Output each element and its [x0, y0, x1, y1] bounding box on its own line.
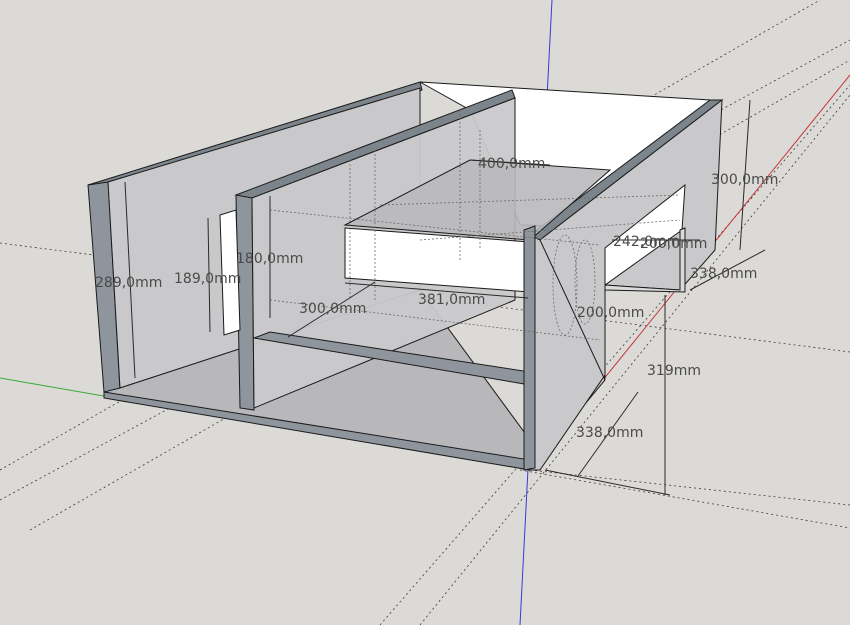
front-panel-edge [523, 225, 536, 471]
dim-200-front: 200,0mm [577, 305, 644, 321]
dim-338-top: 338,0mm [690, 266, 757, 282]
dim-300-left: 300,0mm [299, 301, 366, 317]
model-viewport[interactable]: 289,0mm 189,0mm 180,0mm 300,0mm 381,0mm … [0, 0, 850, 625]
dim-289: 289,0mm [95, 275, 162, 291]
dim-200-right: 200,0mm [640, 236, 707, 252]
dim-338-bottom: 338,0mm [576, 425, 643, 441]
dim-180: 180,0mm [236, 251, 303, 267]
dim-381: 381,0mm [418, 292, 485, 308]
dim-300-right: 300,0mm [711, 172, 778, 188]
dim-top-overlap: 400,0mm [478, 156, 545, 172]
dim-189: 189,0mm [174, 271, 241, 287]
dim-319: 319mm [647, 363, 701, 379]
